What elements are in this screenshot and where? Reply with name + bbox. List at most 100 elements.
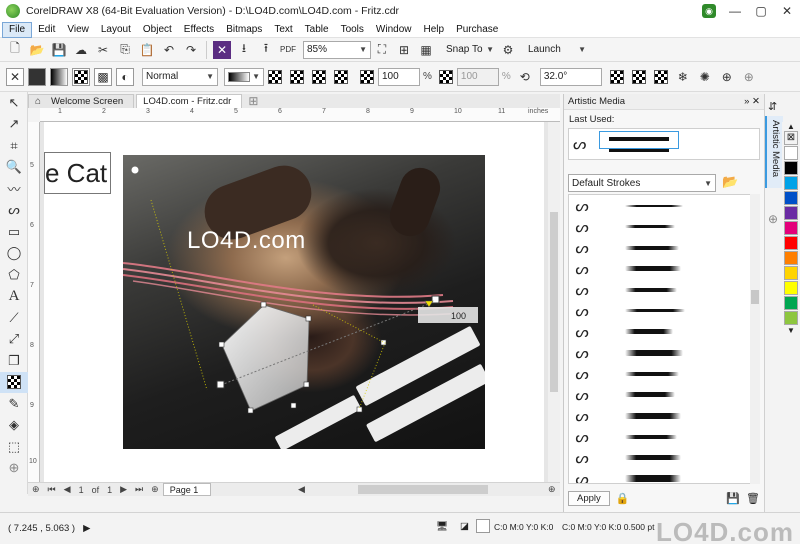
full-screen-icon[interactable]: ⛶ xyxy=(373,41,391,59)
freeze-transparency-icon[interactable]: ❄ xyxy=(674,68,692,86)
default-fill-icon[interactable] xyxy=(652,68,670,86)
canvas-horizontal-scroll-thumb[interactable] xyxy=(358,485,488,494)
stroke-list-scroll-thumb[interactable] xyxy=(751,290,759,304)
elliptical-fountain-icon[interactable] xyxy=(288,68,306,86)
add-page-icon[interactable]: ⊕ xyxy=(28,484,44,495)
stroke-list-item[interactable]: ᔕ xyxy=(569,300,751,321)
open-folder-icon[interactable]: 📂 xyxy=(28,41,46,59)
color-swatch[interactable] xyxy=(784,191,798,205)
add-page-end-icon[interactable]: ⊕ xyxy=(147,484,163,495)
stroke-list-item[interactable]: ᔕ xyxy=(569,279,751,300)
menu-layout[interactable]: Layout xyxy=(95,23,137,37)
texture-transparency-icon[interactable]: ▩ xyxy=(94,67,112,86)
pick-tool-icon[interactable]: ↖ xyxy=(0,92,28,114)
prev-page-icon[interactable]: ◀ xyxy=(60,484,75,495)
mirror-fill-icon[interactable] xyxy=(630,68,648,86)
page-nav-scroll-left-icon[interactable]: ◀ xyxy=(294,484,309,495)
linear-fountain-icon[interactable] xyxy=(266,68,284,86)
cat-photo-bitmap[interactable]: LO4D.com 100 xyxy=(123,155,485,449)
stroke-list-item[interactable]: ᔕ xyxy=(569,195,751,216)
pentagon-shape[interactable] xyxy=(221,304,310,412)
add-docker-icon[interactable]: ⊕ xyxy=(768,212,778,226)
color-swatch[interactable] xyxy=(784,281,798,295)
crop-tool-icon[interactable]: ⌗ xyxy=(0,135,28,157)
close-button[interactable]: ✕ xyxy=(774,0,800,22)
edit-transparency-icon[interactable]: ✺ xyxy=(696,68,714,86)
lock-icon[interactable]: 🔒 xyxy=(616,492,630,505)
publish-pdf-icon[interactable]: PDF xyxy=(279,41,297,59)
maximize-button[interactable]: ▢ xyxy=(748,0,774,22)
menu-table[interactable]: Table xyxy=(299,23,335,37)
zoom-level-select[interactable]: 85% ▼ xyxy=(303,40,371,59)
menu-text[interactable]: Text xyxy=(268,23,298,37)
palette-scroll-up-icon[interactable]: ▲ xyxy=(782,122,800,131)
stroke-list-item[interactable]: ᔕ xyxy=(569,363,751,384)
drawing-canvas[interactable]: e Cat LO4D.com 100 xyxy=(40,122,548,482)
snap-to-menu[interactable]: Snap To ▼ xyxy=(443,41,497,59)
node-checker-icon[interactable] xyxy=(437,68,455,86)
conical-fountain-icon[interactable] xyxy=(310,68,328,86)
paste-icon[interactable]: 📋 xyxy=(138,41,156,59)
smart-fill-tool-icon[interactable]: ⬚ xyxy=(0,436,28,458)
cut-icon[interactable]: ✂ xyxy=(94,41,112,59)
undo-icon[interactable]: ↶ xyxy=(160,41,178,59)
last-page-icon[interactable]: ⏭ xyxy=(131,484,147,495)
stroke-list-item[interactable]: ᔕ xyxy=(569,321,751,342)
color-swatch[interactable] xyxy=(784,251,798,265)
shape-tool-icon[interactable]: ↗ xyxy=(0,114,28,136)
stroke-list-scrollbar[interactable] xyxy=(750,194,760,484)
rectangular-fountain-icon[interactable] xyxy=(332,68,350,86)
color-swatch[interactable] xyxy=(784,221,798,235)
transparency-start-node[interactable] xyxy=(216,380,225,389)
save-icon[interactable]: 💾 xyxy=(50,41,68,59)
color-swatch[interactable] xyxy=(784,146,798,160)
browse-folder-icon[interactable]: 📂 xyxy=(722,174,738,190)
node-value-box[interactable] xyxy=(418,307,478,323)
copy-icon[interactable]: ⎘ xyxy=(116,41,134,59)
interactive-fill-tool-icon[interactable]: ◈ xyxy=(0,415,28,437)
stroke-list-item[interactable]: ᔕ xyxy=(569,237,751,258)
connector-tool-icon[interactable]: ⤢ xyxy=(0,329,28,351)
node-transparency-input[interactable]: 100 xyxy=(456,67,499,86)
selection-handle[interactable] xyxy=(131,166,139,174)
uniform-transparency-icon[interactable] xyxy=(28,67,46,86)
color-swatch[interactable] xyxy=(784,311,798,325)
cloud-icon[interactable]: ☁ xyxy=(72,41,90,59)
redo-icon[interactable]: ↷ xyxy=(182,41,200,59)
fill-indicator-icon[interactable]: ◪ xyxy=(460,521,469,532)
options-gear-icon[interactable]: ⚙ xyxy=(499,41,517,59)
stroke-list-item[interactable]: ᔕ xyxy=(569,405,751,426)
rotation-icon[interactable]: ⟲ xyxy=(516,68,534,86)
first-page-icon[interactable]: ⏮ xyxy=(44,484,60,495)
copy-transparency-icon[interactable]: ⊕ xyxy=(718,68,736,86)
color-proof-icon[interactable]: 🖥 xyxy=(436,521,448,532)
docker-collapse-icon[interactable]: » ✕ xyxy=(744,96,760,107)
menu-help[interactable]: Help xyxy=(418,23,451,37)
two-color-transparency-icon[interactable]: ◐ xyxy=(116,67,134,86)
color-swatch[interactable] xyxy=(784,206,798,220)
menu-purchase[interactable]: Purchase xyxy=(450,23,504,37)
midpoint-slider-icon[interactable] xyxy=(424,300,434,308)
artistic-media-tool-icon[interactable]: ᔕ xyxy=(0,200,28,222)
menu-bitmaps[interactable]: Bitmaps xyxy=(220,23,268,37)
no-color-swatch[interactable]: ⊠ xyxy=(784,131,798,145)
show-rulers-icon[interactable]: ⊞ xyxy=(395,41,413,59)
user-account-icon[interactable]: ◉ xyxy=(696,0,722,22)
text-frame[interactable]: e Cat xyxy=(44,152,111,194)
apply-button[interactable]: Apply xyxy=(568,490,610,506)
stroke-list-item[interactable]: ᔕ xyxy=(569,426,751,447)
menu-tools[interactable]: Tools xyxy=(335,23,370,37)
delete-stroke-icon[interactable]: 🗑 xyxy=(746,492,760,505)
menu-window[interactable]: Window xyxy=(370,23,418,37)
stroke-list-item[interactable]: ᔕ xyxy=(569,447,751,468)
show-grid-icon[interactable]: ▦ xyxy=(417,41,435,59)
tab-fritz-document[interactable]: LO4D.com - Fritz.cdr xyxy=(136,94,243,108)
pattern-transparency-icon[interactable] xyxy=(72,67,90,86)
zoom-to-page-icon[interactable]: ⊕ xyxy=(544,484,560,495)
no-transparency-icon[interactable]: ✕ xyxy=(6,67,24,86)
tab-welcome-screen[interactable]: ⌂ Welcome Screen xyxy=(28,94,135,108)
horizontal-ruler[interactable]: 1 2 3 4 5 6 7 8 9 10 11 inches xyxy=(40,108,560,122)
drop-shadow-tool-icon[interactable]: ❐ xyxy=(0,350,28,372)
menu-view[interactable]: View xyxy=(61,23,95,37)
color-swatch[interactable] xyxy=(784,296,798,310)
